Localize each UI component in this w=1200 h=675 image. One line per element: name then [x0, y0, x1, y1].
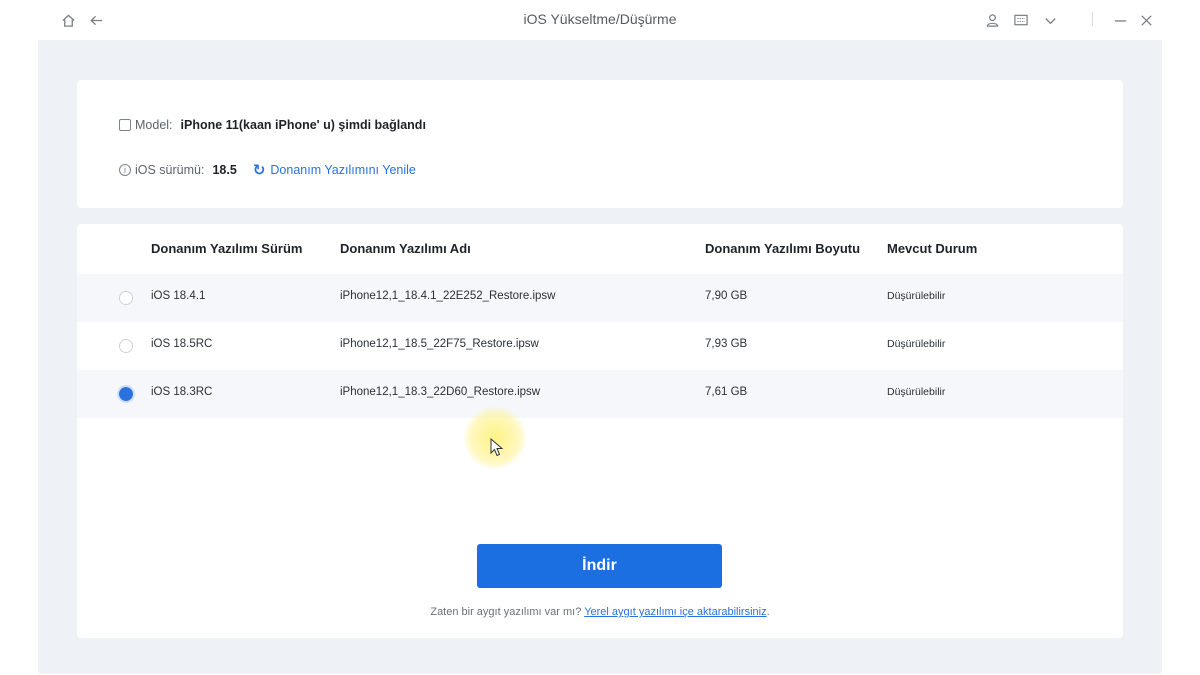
firmware-status: Düşürülebilir [887, 338, 946, 350]
refresh-icon: ↻ [252, 162, 266, 179]
device-icon [119, 119, 131, 131]
firmware-size: 7,90 GB [705, 290, 748, 302]
chevron-down-icon[interactable] [1040, 10, 1060, 30]
import-local-firmware-link[interactable]: Yerel aygıt yazılımı içe aktarabilirsini… [584, 606, 766, 618]
model-value: iPhone 11(kaan iPhone' u) şimdi bağlandı [180, 118, 426, 132]
message-icon[interactable] [1011, 10, 1031, 30]
model-row: Model: iPhone 11(kaan iPhone' u) şimdi b… [119, 118, 426, 132]
title-bar-divider [1092, 12, 1093, 26]
user-icon[interactable] [982, 10, 1002, 30]
firmware-version: iOS 18.4.1 [151, 290, 206, 302]
column-header-version: Donanım Yazılımı Sürüm [151, 241, 303, 256]
close-icon[interactable] [1136, 10, 1156, 30]
table-header: Donanım Yazılımı Sürüm Donanım Yazılımı … [77, 224, 1123, 274]
minimize-icon[interactable] [1110, 10, 1130, 30]
firmware-size: 7,93 GB [705, 338, 748, 350]
ios-version-value: 18.5 [212, 163, 237, 177]
download-button[interactable]: İndir [477, 544, 722, 588]
column-header-status: Mevcut Durum [887, 241, 978, 256]
table-row[interactable]: iOS 18.5RC iPhone12,1_18.5_22F75_Restore… [77, 322, 1123, 370]
firmware-version: iOS 18.5RC [151, 338, 213, 350]
refresh-firmware-label: Donanım Yazılımını Yenile [270, 163, 416, 177]
firmware-radio-selected[interactable] [119, 387, 133, 401]
column-header-name: Donanım Yazılımı Adı [340, 241, 471, 256]
firmware-name: iPhone12,1_18.4.1_22E252_Restore.ipsw [340, 290, 556, 302]
ios-version-row: i iOS sürümü: 18.5 ↻ Donanım Yazılımını … [119, 161, 416, 179]
firmware-version: iOS 18.3RC [151, 386, 213, 398]
firmware-status: Düşürülebilir [887, 386, 946, 398]
firmware-status: Düşürülebilir [887, 290, 946, 302]
mouse-cursor-icon [490, 438, 504, 457]
device-info-card: Model: iPhone 11(kaan iPhone' u) şimdi b… [77, 80, 1123, 208]
firmware-radio[interactable] [119, 291, 133, 305]
title-bar: iOS Yükseltme/Düşürme [0, 0, 1200, 40]
column-header-size: Donanım Yazılımı Boyutu [705, 241, 861, 256]
table-row[interactable]: iOS 18.4.1 iPhone12,1_18.4.1_22E252_Rest… [77, 274, 1123, 322]
import-note-text: Zaten bir aygıt yazılımı var mı? [430, 606, 585, 618]
table-row[interactable]: iOS 18.3RC iPhone12,1_18.3_22D60_Restore… [77, 370, 1123, 418]
ios-version-label: iOS sürümü: [135, 163, 205, 177]
firmware-table-card: Donanım Yazılımı Sürüm Donanım Yazılımı … [77, 224, 1123, 638]
firmware-radio[interactable] [119, 339, 133, 353]
model-label: Model: [135, 118, 173, 132]
firmware-name: iPhone12,1_18.3_22D60_Restore.ipsw [340, 386, 541, 398]
import-note-end: . [766, 606, 770, 618]
firmware-size: 7,61 GB [705, 386, 748, 398]
import-note: Zaten bir aygıt yazılımı var mı? Yerel a… [77, 606, 1123, 618]
main-panel: Model: iPhone 11(kaan iPhone' u) şimdi b… [38, 40, 1162, 674]
info-icon: i [119, 164, 131, 176]
refresh-firmware-link[interactable]: ↻ Donanım Yazılımını Yenile [253, 161, 416, 179]
firmware-name: iPhone12,1_18.5_22F75_Restore.ipsw [340, 338, 539, 350]
